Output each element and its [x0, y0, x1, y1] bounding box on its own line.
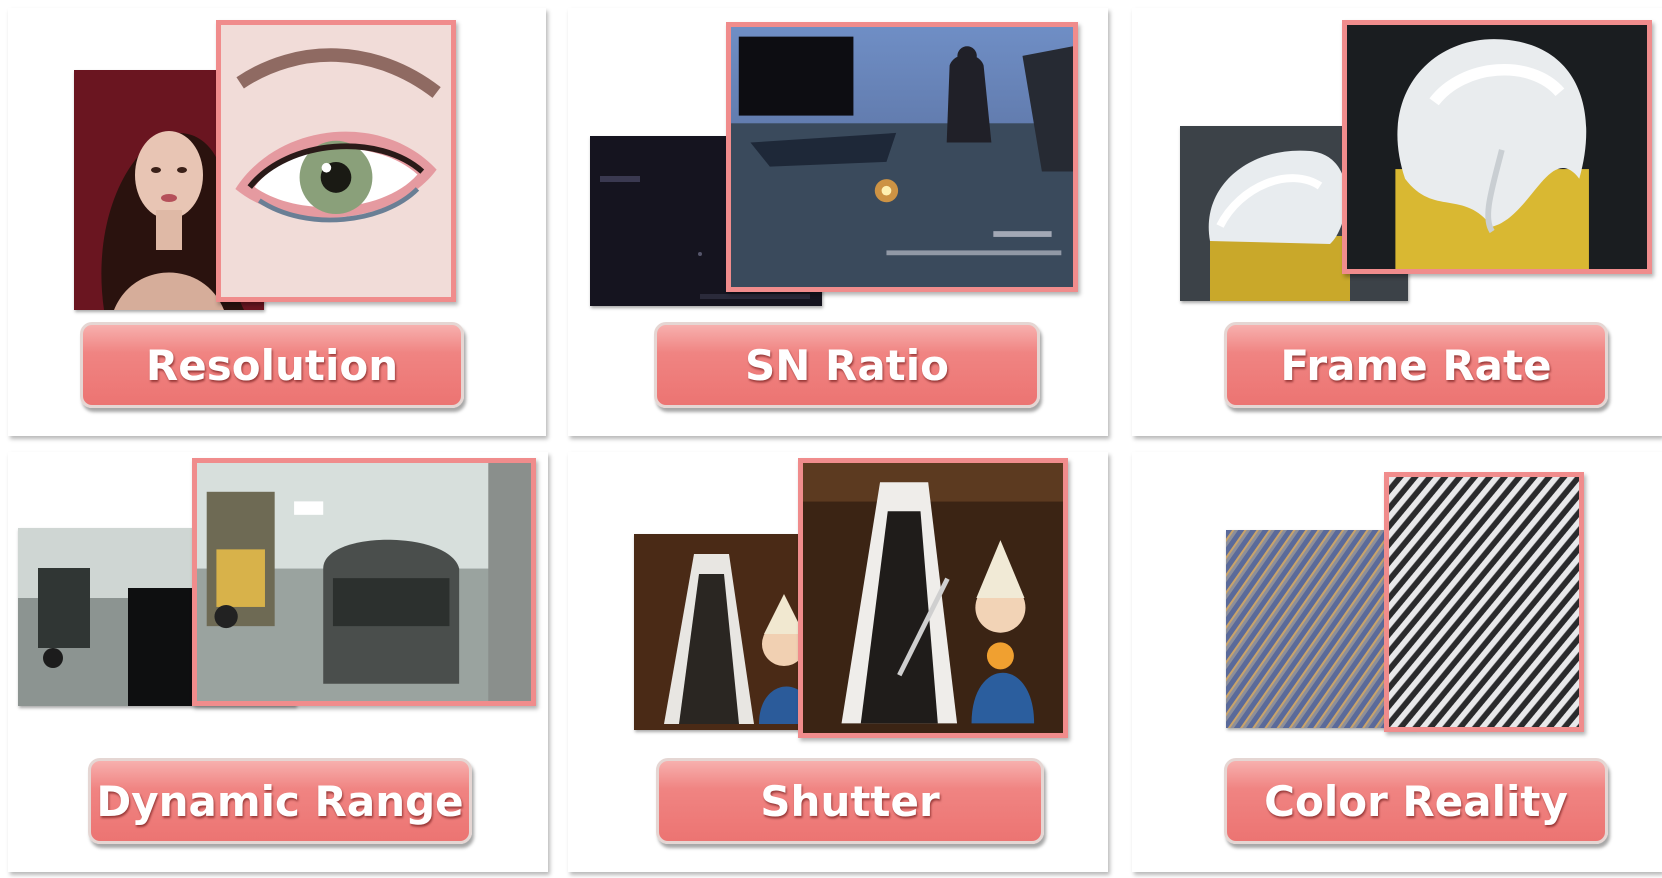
sn-ratio-button[interactable]: SN Ratio: [654, 322, 1040, 408]
eye-closeup-image: [216, 20, 456, 302]
tile-resolution: Resolution: [8, 8, 546, 436]
beer-foam-image: [1342, 20, 1652, 274]
sn-ratio-label: SN Ratio: [744, 340, 950, 390]
shutter-button[interactable]: Shutter: [656, 758, 1044, 844]
frame-rate-label: Frame Rate: [1280, 340, 1552, 390]
tile-color-reality: Color Reality: [1132, 452, 1662, 872]
color-reality-label: Color Reality: [1264, 776, 1568, 826]
tile-dynamic-range: Dynamic Range: [8, 452, 548, 872]
parking-lot-image: [192, 458, 536, 706]
resolution-button[interactable]: Resolution: [80, 322, 464, 408]
dynamic-range-label: Dynamic Range: [96, 776, 464, 826]
frame-rate-button[interactable]: Frame Rate: [1224, 322, 1608, 408]
feature-grid: Resolution SN Ratio Frame Rate Dynamic R…: [0, 0, 1662, 878]
fabric-pattern-image: [1384, 472, 1584, 732]
shutter-label: Shutter: [760, 776, 940, 826]
tile-frame-rate: Frame Rate: [1132, 8, 1662, 436]
metronome-doll-image: [798, 458, 1068, 738]
resolution-label: Resolution: [145, 340, 399, 390]
lowlight-fisherman-image: [726, 22, 1078, 292]
tile-sn-ratio: SN Ratio: [568, 8, 1108, 436]
dynamic-range-button[interactable]: Dynamic Range: [88, 758, 472, 844]
tile-shutter: Shutter: [568, 452, 1108, 872]
color-reality-button[interactable]: Color Reality: [1224, 758, 1608, 844]
